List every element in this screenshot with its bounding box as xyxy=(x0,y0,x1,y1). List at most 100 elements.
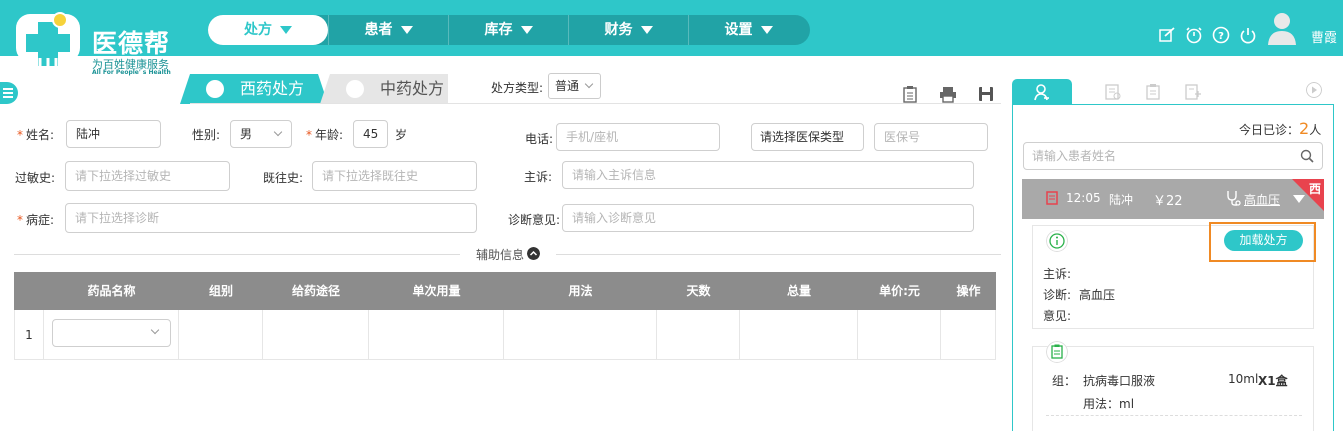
complaint-input[interactable]: 请输入主诉信息 xyxy=(562,161,974,189)
col-total: 总量 xyxy=(786,284,811,298)
top-icons: ? xyxy=(1158,26,1257,44)
visit-price: ￥22 xyxy=(1153,194,1183,209)
visit-diagnosis-link[interactable]: 高血压 xyxy=(1244,191,1280,208)
load-prescription-button[interactable]: 加载处方 xyxy=(1224,230,1303,251)
name-label: * 姓名: xyxy=(17,128,55,142)
row-index: 1 xyxy=(14,310,44,360)
clipboard-icon[interactable] xyxy=(901,85,919,103)
name-input[interactable]: 陆冲 xyxy=(66,120,161,148)
allergy-input[interactable]: 请下拉选择过敏史 xyxy=(65,161,230,191)
price-cell[interactable] xyxy=(858,310,941,360)
nav-prescription[interactable]: 处方 xyxy=(208,15,328,45)
col-usage: 用法 xyxy=(568,284,593,298)
insurance-number-input[interactable]: 医保号 xyxy=(874,123,988,151)
rx-toolbar xyxy=(901,85,995,103)
info-icon xyxy=(1046,230,1068,252)
sidebar-toggle[interactable] xyxy=(0,82,18,104)
allergy-label: 过敏史: xyxy=(15,171,56,185)
western-tag: 西 xyxy=(1308,182,1321,196)
rx-usage: 用法：ml xyxy=(1083,397,1135,411)
complaint-label: 主诉: xyxy=(1043,267,1072,281)
avatar[interactable] xyxy=(1267,11,1297,45)
total-cell[interactable] xyxy=(740,310,858,360)
tab-patient-doctor[interactable] xyxy=(1012,79,1072,105)
opinion-input[interactable]: 请输入诊断意见 xyxy=(562,204,974,232)
col-actions: 操作 xyxy=(956,284,981,298)
main-nav: 处方 患者 库存 财务 设置 xyxy=(208,15,810,45)
timer-icon[interactable] xyxy=(1185,26,1203,44)
nav-label: 处方 xyxy=(244,22,272,38)
divider xyxy=(1046,415,1302,416)
svg-text:?: ? xyxy=(1218,31,1224,42)
nav-patients[interactable]: 患者 xyxy=(328,15,448,45)
route-cell[interactable] xyxy=(263,310,369,360)
opinion-label: 意见: xyxy=(1043,309,1072,323)
nav-label: 财务 xyxy=(604,22,633,38)
nav-settings[interactable]: 设置 xyxy=(688,15,808,45)
insurance-type-select[interactable]: 请选择医保类型 xyxy=(751,123,864,151)
col-dose: 单次用量 xyxy=(412,284,461,298)
app-logo[interactable]: 医德帮 为百姓健康服务 All For People' s Health xyxy=(14,6,184,78)
visit-record[interactable]: 12:05 陆冲 ￥22 高血压 西 xyxy=(1022,179,1324,219)
actions-cell[interactable] xyxy=(941,310,996,360)
diagnosis-label: 诊断: xyxy=(1043,288,1072,302)
play-icon[interactable] xyxy=(1306,82,1322,98)
rx-type-select[interactable]: 普通 xyxy=(548,73,601,99)
stethoscope-icon xyxy=(1227,191,1241,206)
gender-select[interactable]: 男 xyxy=(230,120,292,148)
col-days: 天数 xyxy=(686,284,711,298)
opinion-label: 诊断意见: xyxy=(508,213,561,227)
clipboard-icon xyxy=(1046,341,1068,363)
col-index xyxy=(14,272,44,310)
usage-cell[interactable] xyxy=(504,310,657,360)
caret-down-icon xyxy=(760,26,773,34)
receipt-icon xyxy=(1046,191,1058,205)
complaint-label: 主诉: xyxy=(524,170,553,184)
caret-down-icon xyxy=(280,26,292,34)
edit-icon[interactable] xyxy=(1158,26,1176,44)
table-header: 药品名称 组别 给药途径 单次用量 用法 天数 总量 单价:元 操作 xyxy=(14,272,996,310)
phone-input[interactable]: 手机/座机 xyxy=(556,123,720,151)
col-price: 单价:元 xyxy=(879,284,920,298)
save-icon[interactable] xyxy=(977,85,995,103)
app-name: 医德帮 xyxy=(92,29,171,58)
group-cell[interactable] xyxy=(179,310,263,360)
rx-drug-spec: 10ml xyxy=(1228,372,1259,386)
drug-name-select[interactable] xyxy=(52,319,171,347)
rx-drug-qty: X1盒 xyxy=(1258,374,1288,388)
patient-search-input[interactable]: 请输入患者姓名 xyxy=(1023,142,1323,170)
print-icon[interactable] xyxy=(939,85,957,103)
col-route: 给药途径 xyxy=(291,284,340,298)
search-icon[interactable] xyxy=(1300,149,1314,163)
chevron-up-icon[interactable] xyxy=(527,247,540,260)
nav-inventory[interactable]: 库存 xyxy=(448,15,568,45)
radio-dot-icon xyxy=(346,80,364,98)
note-edit-icon[interactable] xyxy=(1184,83,1202,101)
chevron-down-icon xyxy=(273,127,283,137)
nav-finance[interactable]: 财务 xyxy=(568,15,688,45)
tab-label: 西药处方 xyxy=(240,79,305,98)
age-input[interactable]: 45 xyxy=(353,120,388,148)
history-input[interactable]: 请下拉选择既往史 xyxy=(312,161,477,191)
col-group: 组别 xyxy=(208,284,233,298)
records-icon[interactable] xyxy=(1104,83,1122,101)
tab-western-rx[interactable]: 西药处方 xyxy=(180,74,328,104)
drug-table: 药品名称 组别 给药途径 单次用量 用法 天数 总量 单价:元 操作 1 xyxy=(14,272,996,360)
power-icon[interactable] xyxy=(1239,26,1257,44)
radio-dot-icon xyxy=(206,80,224,98)
diagnosis-value: 高血压 xyxy=(1079,288,1116,302)
tab-chinese-rx[interactable]: 中药处方 xyxy=(320,74,448,104)
disease-input[interactable]: 请下拉选择诊断 xyxy=(65,203,477,233)
days-cell[interactable] xyxy=(657,310,740,360)
phone-label: 电话: xyxy=(525,132,554,146)
divider xyxy=(14,254,460,255)
search-placeholder: 请输入患者姓名 xyxy=(1032,149,1117,163)
caret-down-icon xyxy=(520,26,533,34)
right-panel-tabs xyxy=(1104,83,1202,101)
divider xyxy=(190,103,1001,104)
clipboard-icon[interactable] xyxy=(1144,83,1162,101)
dose-cell[interactable] xyxy=(369,310,504,360)
rx-type-value: 普通 xyxy=(555,79,580,93)
username[interactable]: 曹霞 xyxy=(1311,27,1337,46)
help-icon[interactable]: ? xyxy=(1212,26,1230,44)
